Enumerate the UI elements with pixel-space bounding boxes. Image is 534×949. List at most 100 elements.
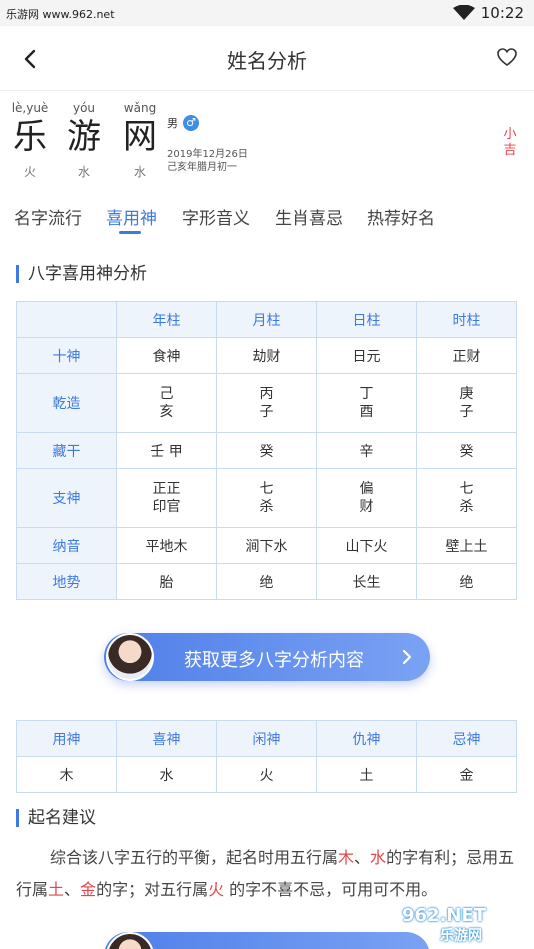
table-row: 藏干 壬 甲 癸 辛 癸 (16, 432, 517, 469)
advice-text: 、 (64, 880, 81, 899)
table-header-cell (16, 301, 117, 338)
table-header-cell: 时柱 (416, 301, 517, 338)
birth-date-lunar: 己亥年腊月初一 (167, 162, 237, 173)
table-cell: 丙 子 (216, 373, 317, 433)
tab-favorable-god[interactable]: 喜用神 (106, 204, 157, 229)
advice-text: 的字不喜不忌，可用可不用。 (224, 880, 438, 899)
content-area: 八字喜用神分析 年柱 月柱 日柱 时柱 十神 食神 劫财 日元 正财 乾造 己 … (0, 236, 534, 949)
favorite-heart-icon[interactable] (496, 46, 518, 68)
luck-badge: 小吉 (503, 127, 517, 158)
table-row: 十神 食神 劫财 日元 正财 (16, 337, 517, 374)
status-site-text: 乐游网 www.962.net (6, 8, 115, 21)
table-cell: 正财 (416, 337, 517, 374)
advice-highlight: 火 (208, 880, 225, 899)
table-cell: 火 (216, 756, 317, 793)
table-cell: 辛 (316, 432, 417, 469)
table-cell: 水 (116, 756, 217, 793)
advice-text: 、 (354, 848, 371, 867)
row-label: 藏干 (16, 432, 117, 469)
pinyin: wǎng (123, 101, 157, 115)
table-cell: 土 (316, 756, 417, 793)
name-char-3: wǎng 网 水 (115, 101, 165, 180)
active-tab-indicator (119, 231, 141, 234)
row-label: 地势 (16, 563, 117, 600)
status-bar: 乐游网 www.962.net 10:22 (0, 0, 534, 26)
table-cell: 己 亥 (116, 373, 217, 433)
table-cell: 壁上土 (416, 527, 517, 564)
bazi-section-title: 八字喜用神分析 (16, 265, 147, 283)
table-cell: 劫财 (216, 337, 317, 374)
table-cell: 涧下水 (216, 527, 317, 564)
row-label: 支神 (16, 468, 117, 528)
table-cell: 绝 (216, 563, 317, 600)
avatar (106, 633, 154, 681)
table-cell: 七 杀 (216, 468, 317, 528)
table-row: 纳音 平地木 涧下水 山下火 壁上土 (16, 527, 517, 564)
table-cell: 正正 印官 (116, 468, 217, 528)
name-character: 游 (67, 117, 101, 157)
advice-highlight: 金 (80, 880, 97, 899)
bazi-table: 年柱 月柱 日柱 时柱 十神 食神 劫财 日元 正财 乾造 己 亥 丙 子 丁 … (16, 301, 517, 600)
row-label: 十神 (16, 337, 117, 374)
table-cell: 日元 (316, 337, 417, 374)
tab-zodiac[interactable]: 生肖喜忌 (275, 204, 343, 229)
table-cell: 癸 (216, 432, 317, 469)
page-title: 姓名分析 (227, 49, 307, 73)
gender-label: 男 (167, 117, 178, 130)
advice-section-title: 起名建议 (16, 809, 96, 827)
nav-bar: 姓名分析 (0, 26, 534, 90)
table-cell: 木 (16, 756, 117, 793)
table-cell: 长生 (316, 563, 417, 600)
table-row: 用神 喜神 闲神 仇神 忌神 (16, 720, 517, 757)
tab-recommended-names[interactable]: 热荐好名 (367, 204, 435, 229)
table-row: 支神 正正 印官 七 杀 偏 财 七 杀 (16, 468, 517, 528)
table-cell: 癸 (416, 432, 517, 469)
table-cell: 平地木 (116, 527, 217, 564)
table-header-cell: 年柱 (116, 301, 217, 338)
table-cell: 胎 (116, 563, 217, 600)
table-cell: 金 (416, 756, 517, 793)
pinyin: lè,yuè (11, 101, 49, 115)
table-cell: 丁 酉 (316, 373, 417, 433)
table-header-cell: 日柱 (316, 301, 417, 338)
table-row: 木 水 火 土 金 (16, 756, 517, 793)
table-cell: 绝 (416, 563, 517, 600)
five-element: 水 (133, 165, 146, 179)
chevron-right-icon (402, 649, 412, 665)
table-cell: 山下火 (316, 527, 417, 564)
tab-glyph-meaning[interactable]: 字形音义 (182, 204, 250, 229)
table-header-cell: 喜神 (116, 720, 217, 757)
watermark-site-name: 乐游网 (440, 928, 482, 944)
status-time: 10:22 (480, 4, 524, 22)
name-char-2: yóu 游 水 (59, 101, 109, 180)
table-cell: 食神 (116, 337, 217, 374)
advice-text: 综合该八字五行的平衡，起名时用五行属 (50, 848, 339, 867)
pinyin: yóu (72, 101, 96, 115)
more-bazi-label: 获取更多八字分析内容 (184, 650, 364, 671)
name-character: 乐 (13, 117, 47, 157)
wifi-icon (453, 5, 475, 20)
row-label: 纳音 (16, 527, 117, 564)
tab-name-popularity[interactable]: 名字流行 (14, 204, 82, 229)
more-bazi-button[interactable]: 获取更多八字分析内容 (104, 633, 430, 681)
avatar (106, 932, 154, 949)
site-watermark: 962.NET 乐游网 (402, 905, 526, 944)
table-header-cell: 闲神 (216, 720, 317, 757)
table-cell: 庚 子 (416, 373, 517, 433)
name-header: lè,yuè 乐 火 yóu 游 水 wǎng 网 水 男 ♂ 2019年12月… (0, 90, 534, 194)
more-bazi-button-secondary[interactable] (104, 932, 430, 949)
name-character: 网 (123, 117, 157, 157)
gods-table: 用神 喜神 闲神 仇神 忌神 木 水 火 土 金 (16, 720, 517, 793)
advice-text: 的字；对五行属 (96, 880, 209, 899)
five-element: 水 (77, 165, 90, 179)
table-header-cell: 用神 (16, 720, 117, 757)
table-header-cell: 忌神 (416, 720, 517, 757)
advice-highlight: 土 (48, 880, 65, 899)
table-header-cell: 月柱 (216, 301, 317, 338)
name-char-1: lè,yuè 乐 火 (5, 101, 55, 180)
five-element: 火 (23, 165, 36, 179)
watermark-logo-text: 962.NET (402, 905, 487, 926)
analysis-tabs: 名字流行 喜用神 字形音义 生肖喜忌 热荐好名 (0, 194, 534, 236)
table-cell: 偏 财 (316, 468, 417, 528)
row-label: 乾造 (16, 373, 117, 433)
